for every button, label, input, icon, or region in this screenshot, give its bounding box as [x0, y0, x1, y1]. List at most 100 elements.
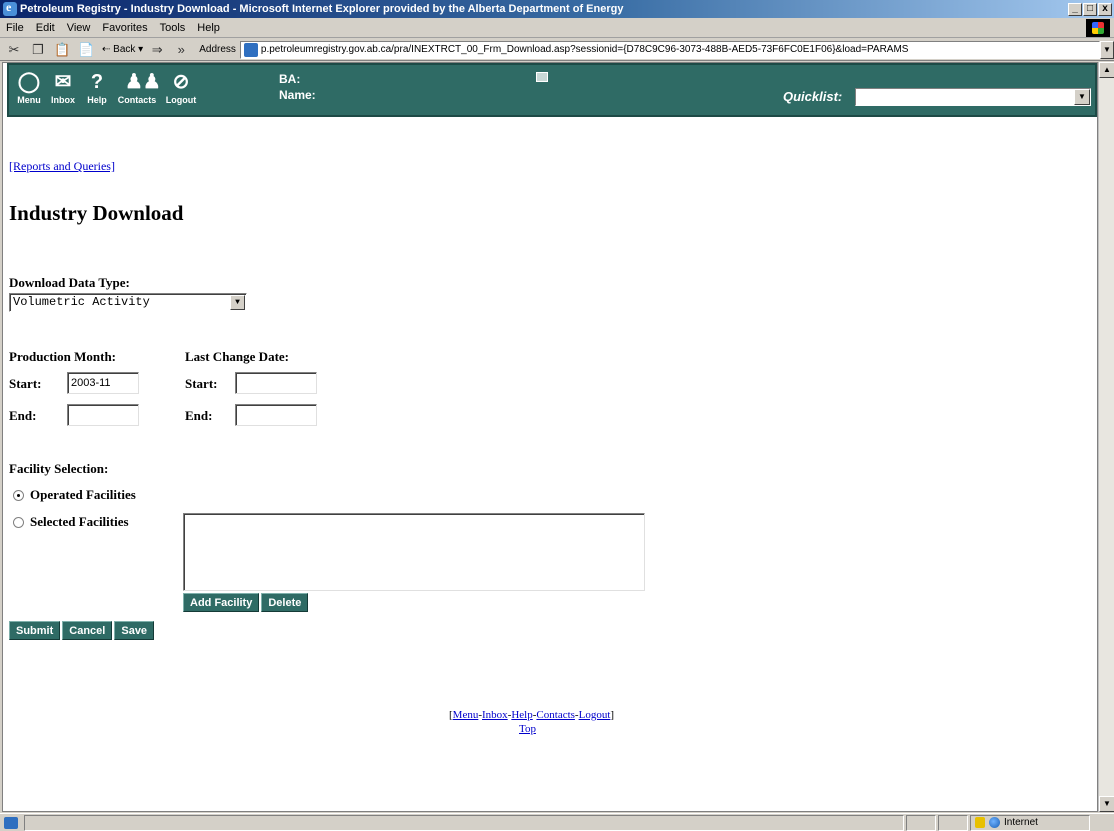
footer-top-link[interactable]: Top: [519, 723, 536, 735]
nav-contacts[interactable]: ♟♟ Contacts: [117, 69, 161, 105]
status-panel-2: [906, 814, 936, 831]
copy-icon[interactable]: ❐: [30, 42, 46, 58]
maximize-button[interactable]: □: [1083, 2, 1097, 16]
reports-queries-link[interactable]: [Reports and Queries]: [9, 159, 115, 174]
radio-selected-facilities[interactable]: Selected Facilities: [13, 514, 129, 530]
browser-toolbar: ✂ ❐ 📋 📄 ⇠ Back ▾ ⇒ » Address p.petroleum…: [0, 39, 1114, 61]
change-start-input[interactable]: [235, 372, 317, 394]
radio-operated-label: Operated Facilities: [30, 487, 136, 502]
nav-menu[interactable]: ◯ Menu: [15, 69, 43, 105]
chevron-down-icon[interactable]: ▼: [230, 295, 245, 310]
cut-icon[interactable]: ✂: [6, 42, 22, 58]
nav-logout[interactable]: ⊘ Logout: [163, 69, 199, 105]
print-preview-icon[interactable]: 📄: [78, 42, 94, 58]
submit-button[interactable]: Submit: [9, 621, 61, 640]
change-start-label: Start:: [185, 376, 218, 391]
ie-logo-icon: [3, 0, 17, 16]
production-month-label: Production Month:: [9, 349, 117, 364]
radio-operated-facilities[interactable]: Operated Facilities: [13, 487, 136, 503]
address-bar[interactable]: p.petroleumregistry.gov.ab.ca/pra/INEXTR…: [239, 40, 1100, 59]
nav-help[interactable]: ? Help: [83, 69, 111, 105]
download-type-value: Volumetric Activity: [13, 295, 150, 309]
footer-inbox-link[interactable]: Inbox: [482, 709, 508, 721]
more-icon[interactable]: »: [173, 42, 189, 58]
scroll-up-icon[interactable]: ▲: [1099, 62, 1114, 78]
menu-icon: ◯: [17, 71, 41, 93]
footer-contacts-link[interactable]: Contacts: [536, 709, 575, 721]
change-end-input[interactable]: [235, 404, 317, 426]
address-dropdown-icon[interactable]: ▼: [1100, 40, 1114, 59]
nav-inbox[interactable]: ✉ Inbox: [49, 69, 77, 105]
radio-operated[interactable]: [13, 489, 24, 501]
window-titlebar: Petroleum Registry - Industry Download -…: [0, 0, 1114, 18]
vertical-scrollbar[interactable]: ▲ ▼: [1098, 62, 1114, 812]
nav-inbox-label: Inbox: [51, 95, 75, 105]
delete-button[interactable]: Delete: [261, 593, 309, 612]
page-viewport: ◯ Menu ✉ Inbox ? Help ♟♟ Contacts ⊘ Logo…: [2, 62, 1098, 812]
close-button[interactable]: x: [1098, 2, 1112, 16]
menu-favorites[interactable]: Favorites: [96, 22, 153, 34]
ba-info: BA: Name:: [279, 71, 316, 103]
footer-help-link[interactable]: Help: [511, 709, 532, 721]
scroll-down-icon[interactable]: ▼: [1099, 796, 1114, 812]
footer-menu-link[interactable]: Menu: [453, 709, 479, 721]
facility-buttons: Add Facility Delete: [183, 593, 309, 612]
logout-icon: ⊘: [172, 71, 190, 93]
selected-facilities-list[interactable]: [183, 513, 645, 591]
production-start-label: Start:: [9, 376, 42, 391]
menu-bar: File Edit View Favorites Tools Help: [0, 18, 1114, 38]
menu-edit[interactable]: Edit: [30, 22, 61, 34]
address-value: p.petroleumregistry.gov.ab.ca/pra/INEXTR…: [260, 44, 909, 55]
envelope-icon: ✉: [54, 71, 72, 93]
nav-logout-label: Logout: [165, 95, 197, 105]
production-end-label: End:: [9, 408, 37, 423]
back-label: Back: [113, 44, 136, 55]
page-title: Industry Download: [9, 201, 184, 225]
radio-selected-label: Selected Facilities: [30, 514, 129, 529]
page-status-icon: [4, 816, 18, 829]
app-nav: ◯ Menu ✉ Inbox ? Help ♟♟ Contacts ⊘ Logo…: [15, 69, 199, 105]
footer-close-bracket: ]: [610, 709, 615, 721]
zone-label: Internet: [1004, 817, 1038, 828]
download-type-label: Download Data Type:: [9, 275, 130, 290]
paste-icon[interactable]: 📋: [54, 42, 70, 58]
window-title: Petroleum Registry - Industry Download -…: [20, 3, 624, 15]
question-icon: ?: [90, 71, 104, 93]
name-label: Name:: [279, 88, 316, 102]
windows-logo-icon: [1086, 19, 1110, 37]
production-end-input[interactable]: [67, 404, 139, 426]
header-image-icon: [536, 72, 548, 82]
forward-icon[interactable]: ⇒: [149, 42, 165, 58]
zone-panel: Internet: [970, 814, 1090, 831]
change-end-label: End:: [185, 408, 213, 423]
minimize-button[interactable]: _: [1068, 2, 1082, 16]
menu-file[interactable]: File: [0, 22, 30, 34]
chevron-down-icon[interactable]: ▼: [1074, 89, 1090, 105]
form-buttons: Submit Cancel Save: [9, 621, 155, 640]
back-button[interactable]: ⇠ Back ▾: [102, 44, 143, 55]
menu-tools[interactable]: Tools: [154, 22, 192, 34]
quicklist-label: Quicklist:: [783, 89, 843, 104]
footer-logout-link[interactable]: Logout: [579, 709, 611, 721]
lock-icon: [975, 817, 985, 828]
ba-label: BA:: [279, 72, 301, 86]
contacts-icon: ♟♟: [125, 71, 161, 93]
page-icon: [243, 42, 258, 57]
status-bar: Internet: [0, 813, 1114, 831]
menu-help[interactable]: Help: [191, 22, 226, 34]
quicklist-select[interactable]: ▼: [855, 88, 1091, 106]
add-facility-button[interactable]: Add Facility: [183, 593, 260, 612]
radio-selected[interactable]: [13, 516, 24, 528]
globe-icon: [989, 817, 1000, 828]
download-type-select[interactable]: Volumetric Activity ▼: [9, 293, 247, 312]
app-header: ◯ Menu ✉ Inbox ? Help ♟♟ Contacts ⊘ Logo…: [7, 63, 1097, 117]
nav-help-label: Help: [87, 95, 107, 105]
last-change-date-label: Last Change Date:: [185, 349, 289, 364]
address-label: Address: [199, 44, 236, 55]
status-panel-3: [938, 814, 968, 831]
production-start-input[interactable]: 2003-11: [67, 372, 139, 394]
save-button[interactable]: Save: [114, 621, 155, 640]
menu-view[interactable]: View: [61, 22, 97, 34]
cancel-button[interactable]: Cancel: [62, 621, 113, 640]
window-controls: _ □ x: [1068, 2, 1112, 16]
